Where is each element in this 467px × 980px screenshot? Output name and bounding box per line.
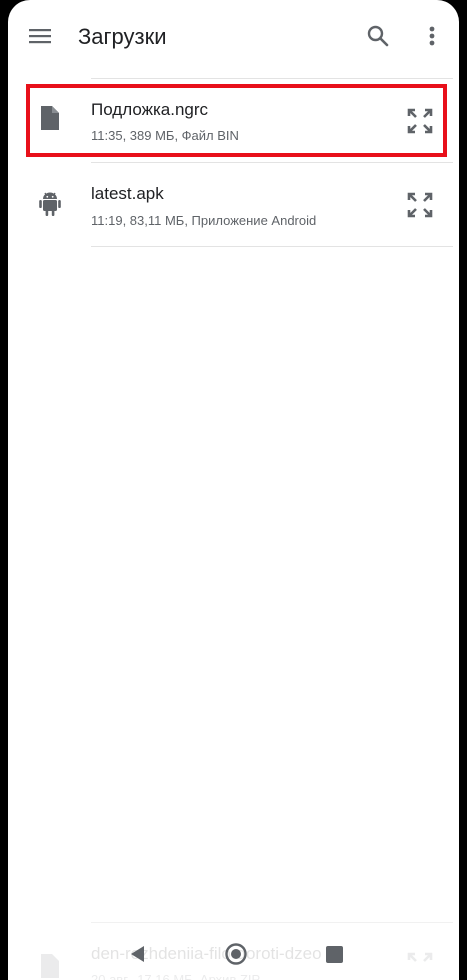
recent-apps-icon[interactable] (326, 946, 343, 963)
document-icon (38, 104, 62, 132)
back-icon[interactable] (128, 944, 148, 964)
app-bar: Загрузки (8, 0, 459, 74)
screen: Загрузки Подложка.ngrc 11:35, 389 МБ, Фа… (8, 0, 459, 980)
home-icon[interactable] (224, 942, 248, 966)
search-icon[interactable] (364, 22, 392, 50)
file-meta: 11:19, 83,11 МБ, Приложение Android (91, 213, 317, 228)
divider (91, 246, 453, 247)
file-name: Подложка.ngrc (91, 100, 209, 119)
expand-icon[interactable] (405, 190, 435, 220)
file-row[interactable]: Подложка.ngrc 11:35, 389 МБ, Файл BIN (8, 78, 459, 162)
divider (91, 922, 453, 923)
menu-icon[interactable] (26, 22, 54, 50)
more-options-icon[interactable] (422, 22, 442, 50)
file-meta: 11:35, 389 МБ, Файл BIN (91, 128, 239, 143)
page-title: Загрузки (78, 24, 167, 49)
expand-icon[interactable] (405, 106, 435, 136)
navigation-bar (8, 930, 459, 980)
file-name: latest.apk (91, 184, 164, 203)
file-row[interactable]: latest.apk 11:19, 83,11 МБ, Приложение A… (8, 162, 459, 246)
android-icon (38, 190, 62, 218)
